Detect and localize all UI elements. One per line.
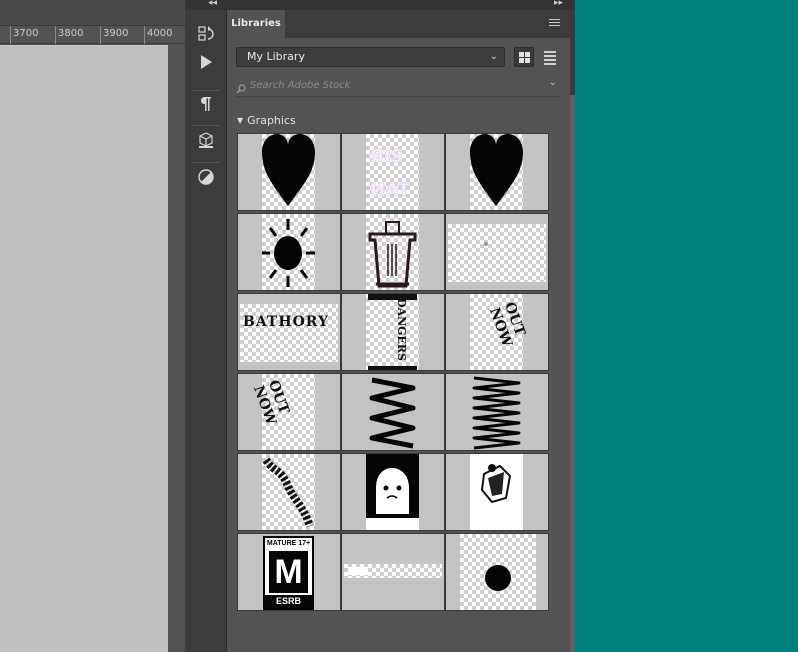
graphic-thumbnail[interactable]	[237, 453, 341, 531]
canvas-area[interactable]: 3700 3800 3900 4000	[0, 0, 185, 652]
search-icon	[236, 79, 246, 94]
graphic-thumbnail[interactable]	[445, 453, 549, 531]
tab-libraries[interactable]: Libraries	[227, 10, 285, 38]
ruler-tick: 3800	[55, 26, 83, 44]
expand-right-icon[interactable]: ▸▸	[554, 0, 563, 8]
svg-text:ЯIS: ЯIS	[370, 146, 404, 167]
graphic-label: BATHORY	[243, 314, 329, 330]
panel-tab-bar: Libraries	[227, 10, 570, 38]
panel-dock-header	[185, 0, 575, 10]
graphic-thumbnail[interactable]	[445, 533, 549, 611]
ruler-tick: 3900	[100, 26, 128, 44]
graphic-thumbnail[interactable]	[341, 453, 445, 531]
graphic-thumbnail[interactable]: MATURE 17+ M ESRB	[237, 533, 341, 611]
graphic-thumbnail[interactable]	[237, 213, 341, 291]
graphic-thumbnail[interactable]	[341, 373, 445, 451]
panel-scrollbar-thumb[interactable]	[570, 95, 575, 652]
collapse-left-icon[interactable]: ◂◂	[208, 0, 217, 8]
chevron-down-icon: ⌄	[489, 51, 498, 62]
stock-search: ⌄	[236, 75, 560, 97]
history-icon[interactable]	[196, 24, 216, 44]
collapsed-panel-strip	[185, 10, 227, 652]
search-input[interactable]	[250, 77, 540, 93]
esrb-badge: MATURE 17+ M ESRB	[263, 536, 314, 610]
graphic-thumbnail[interactable]	[445, 133, 549, 211]
chevron-down-icon[interactable]: ⌄	[549, 77, 557, 88]
graphic-thumbnail[interactable]	[237, 133, 341, 211]
graphic-thumbnail[interactable]	[445, 213, 549, 291]
graphic-thumbnail[interactable]: ЯIS ИAT	[341, 133, 445, 211]
grid-view-button[interactable]	[514, 47, 534, 67]
graphic-thumbnail[interactable]: OUT NOW	[237, 373, 341, 451]
graphics-section-header[interactable]: ▼ Graphics	[237, 114, 296, 128]
adjustment-icon[interactable]	[196, 167, 216, 187]
ruler-tick: 3700	[10, 26, 38, 44]
panel-menu-icon[interactable]	[549, 19, 560, 29]
esrb-sub-label: ESRB	[265, 595, 312, 608]
graphic-thumbnail[interactable]	[445, 373, 549, 451]
ruler-tick: 4000	[144, 26, 172, 44]
library-dropdown[interactable]: My Library ⌄	[236, 47, 505, 67]
paragraph-icon[interactable]	[196, 94, 216, 114]
graphic-thumbnail[interactable]: OUT NOW	[445, 293, 549, 371]
library-name: My Library	[247, 50, 305, 63]
section-title: Graphics	[247, 114, 296, 127]
play-icon[interactable]	[196, 52, 216, 72]
horizontal-ruler[interactable]: 3700 3800 3900 4000	[0, 26, 185, 44]
esrb-rating-label: MATURE 17+	[266, 540, 311, 547]
document-canvas[interactable]	[0, 45, 168, 652]
graphic-thumbnail[interactable]: DANGERS	[341, 293, 445, 371]
graphic-thumbnail[interactable]: BATHORY	[237, 293, 341, 371]
list-view-button[interactable]	[540, 47, 560, 67]
3d-cube-icon[interactable]	[196, 130, 216, 150]
esrb-letter: M	[269, 551, 308, 593]
graphic-thumbnail[interactable]	[341, 213, 445, 291]
svg-text:ИAT: ИAT	[370, 180, 411, 201]
triangle-down-icon: ▼	[237, 116, 244, 125]
libraries-panel: Libraries My Library ⌄ ⌄ ▼Graphics	[227, 10, 570, 652]
graphic-thumbnail[interactable]	[341, 533, 445, 611]
options-bar-strip	[0, 0, 185, 26]
